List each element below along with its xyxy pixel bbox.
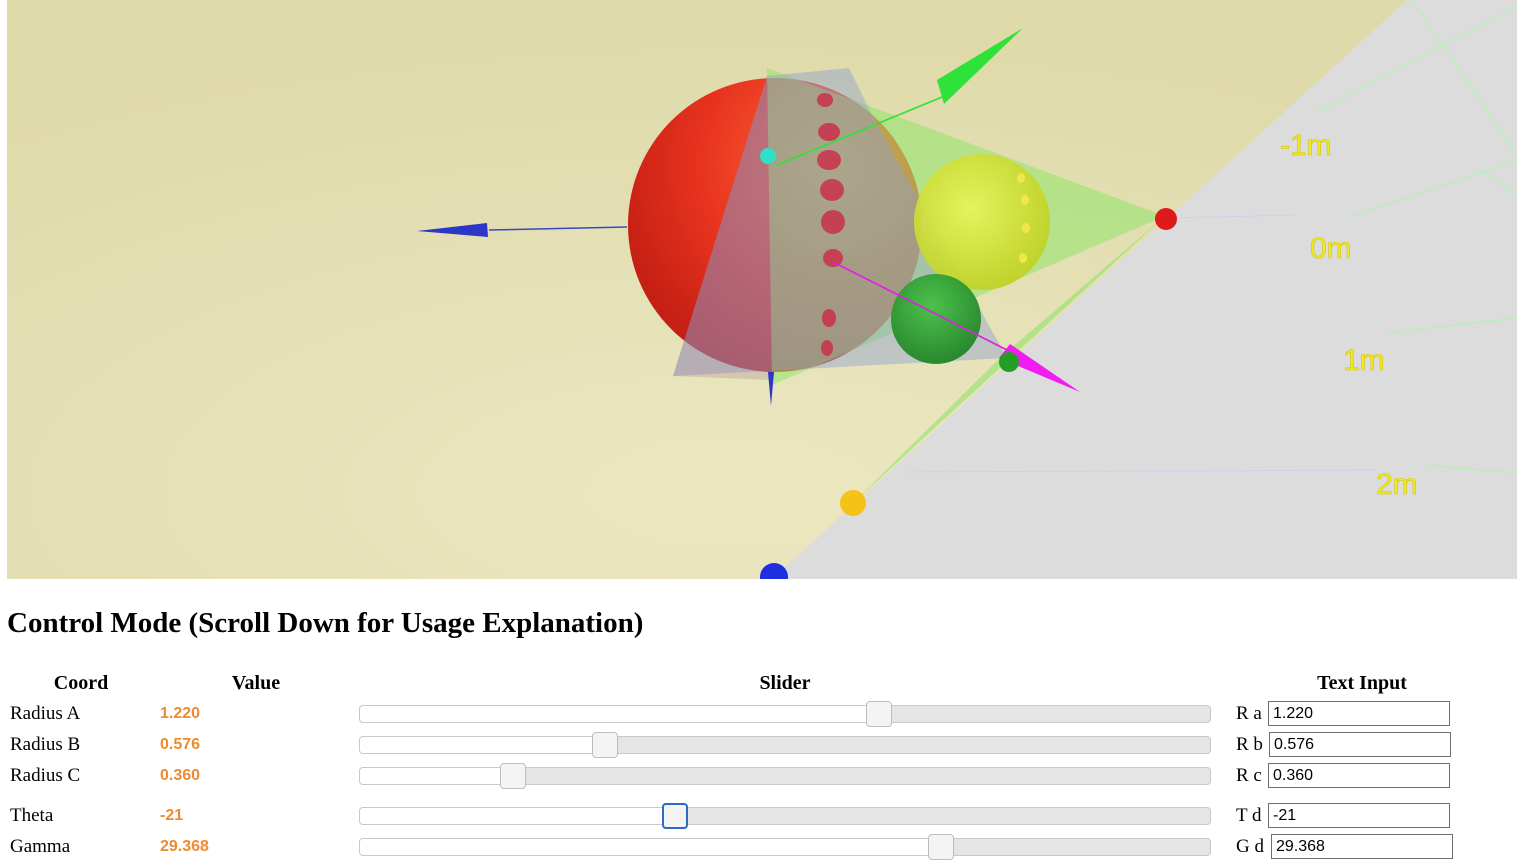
gamma-input[interactable]: [1271, 834, 1453, 859]
header-value: Value: [231, 672, 281, 694]
radius-a-input[interactable]: [1268, 701, 1450, 726]
slider-thumb[interactable]: [591, 732, 618, 758]
panel-title: Control Mode (Scroll Down for Usage Expl…: [7, 607, 644, 639]
radius-c-sphere: [891, 274, 981, 364]
gamma-slider[interactable]: [359, 834, 1211, 860]
slider-fill: [360, 706, 879, 722]
slider-thumb[interactable]: [927, 834, 954, 860]
text-input-label: G d: [1236, 836, 1264, 857]
row-radius-b: Radius B 0.576 R b: [0, 730, 1517, 760]
red-marker: [1155, 208, 1177, 230]
radius-b-sphere: [914, 154, 1050, 290]
text-input-label: T d: [1236, 805, 1262, 826]
row-radius-c: Radius C 0.360 R c: [0, 761, 1517, 791]
radius-c-slider[interactable]: [359, 763, 1211, 789]
theta-slider[interactable]: [359, 803, 1211, 829]
3d-scene: -1m 0m 1m 2m: [7, 0, 1517, 579]
coord-name: Radius B: [10, 734, 81, 755]
coord-value: -21: [160, 807, 184, 824]
coord-name: Theta: [10, 805, 54, 826]
coord-name: Radius C: [10, 765, 81, 786]
yellow-marker: [840, 490, 866, 516]
header-slider: Slider: [759, 672, 811, 694]
cyan-marker: [760, 148, 776, 164]
axis-label-minus-1m: -1m: [1280, 129, 1332, 162]
row-gamma: Gamma 29.368 G d: [0, 832, 1517, 862]
header-text-input: Text Input: [1317, 672, 1407, 694]
coord-name: Radius A: [10, 703, 81, 724]
theta-input[interactable]: [1268, 803, 1450, 828]
axis-label-2m: 2m: [1376, 468, 1418, 501]
text-input-label: R b: [1236, 734, 1263, 755]
axis-label-0m: 0m: [1310, 232, 1352, 265]
text-input-label: R a: [1236, 703, 1262, 724]
green-marker: [999, 352, 1019, 372]
axis-label-1m: 1m: [1343, 344, 1385, 377]
radius-c-input[interactable]: [1268, 763, 1450, 788]
slider-thumb[interactable]: [662, 803, 689, 829]
control-panel: Coord Value Slider Text Input Radius A 1…: [0, 670, 1517, 865]
slider-thumb[interactable]: [500, 763, 526, 789]
3d-viewport[interactable]: -1m 0m 1m 2m: [7, 0, 1517, 579]
coord-value: 29.368: [160, 838, 209, 855]
text-input-label: R c: [1236, 765, 1262, 786]
coord-name: Gamma: [10, 836, 71, 857]
radius-b-input[interactable]: [1269, 732, 1451, 757]
row-radius-a: Radius A 1.220 R a: [0, 699, 1517, 729]
slider-thumb[interactable]: [865, 701, 892, 727]
slider-fill: [360, 839, 941, 855]
row-theta: Theta -21 T d: [0, 801, 1517, 831]
coord-value: 0.576: [160, 736, 201, 753]
slider-fill: [360, 768, 513, 784]
slider-fill: [360, 737, 605, 753]
radius-a-slider[interactable]: [359, 701, 1211, 727]
coord-value: 1.220: [160, 705, 201, 722]
slider-fill: [360, 808, 676, 824]
radius-b-slider[interactable]: [359, 732, 1211, 758]
coord-value: 0.360: [160, 767, 201, 784]
header-coord: Coord: [53, 672, 109, 694]
